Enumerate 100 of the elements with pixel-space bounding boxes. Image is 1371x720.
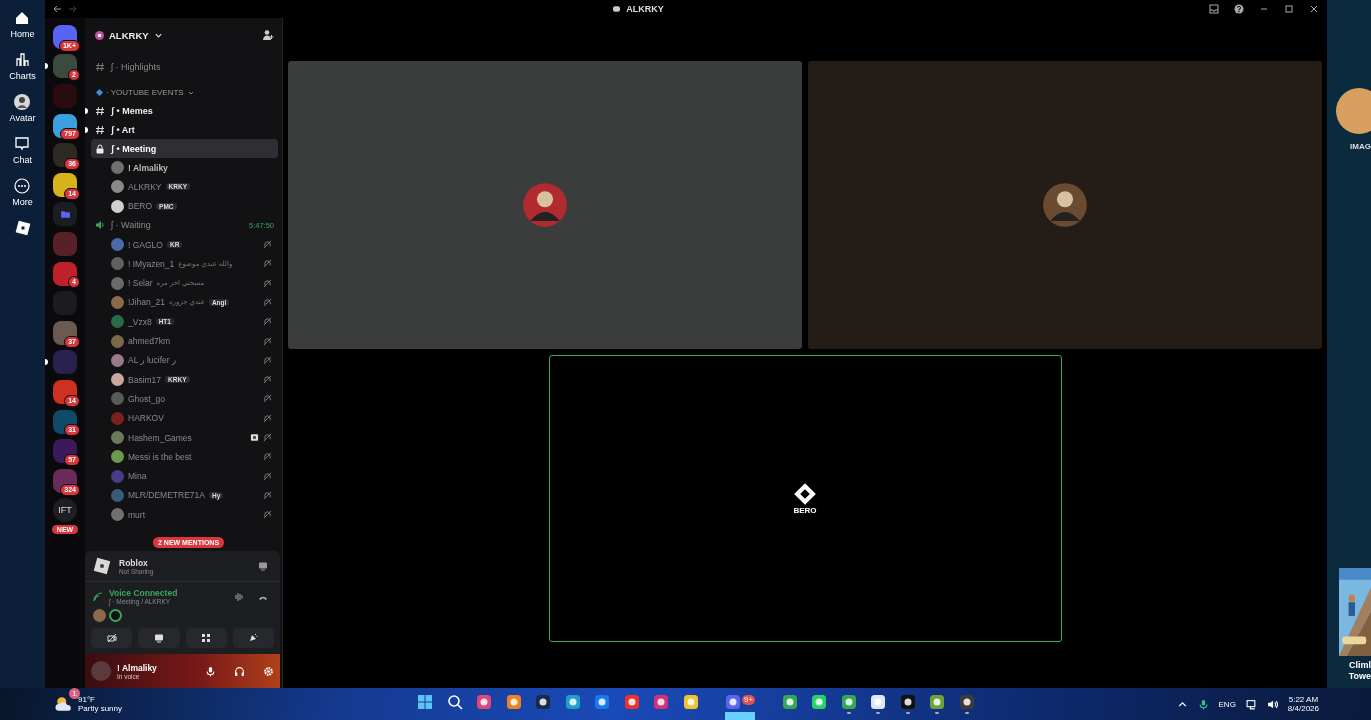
user-avatar — [111, 180, 124, 194]
nav-item[interactable]: Avatar — [9, 94, 36, 123]
channel-item[interactable]: ʃ · Highlights — [91, 57, 278, 76]
soundboard-icon[interactable] — [234, 591, 244, 602]
screen-share-icon — [153, 633, 164, 643]
channel-item[interactable]: ʃ • Art — [91, 120, 278, 139]
server-icon[interactable] — [53, 261, 77, 286]
nav-item[interactable]: More — [12, 178, 33, 207]
category-name[interactable]: · YOUTUBE EVENTS — [106, 88, 184, 97]
server-icon[interactable] — [53, 113, 77, 138]
app-icon[interactable] — [476, 694, 492, 710]
instagram-icon[interactable] — [653, 694, 669, 710]
chrome-icon[interactable] — [840, 694, 857, 710]
folder-icon[interactable] — [682, 694, 699, 710]
member-name[interactable]: !Jihan_21 — [128, 297, 165, 308]
roblox-icon[interactable] — [870, 694, 887, 710]
whatsapp-icon[interactable] — [811, 694, 828, 710]
hashtag-icon — [95, 124, 105, 135]
people-icon[interactable] — [535, 694, 551, 710]
username[interactable]: ! Almaliky — [117, 662, 157, 673]
sun-cloud-icon[interactable] — [55, 695, 73, 713]
edge-icon[interactable] — [564, 694, 581, 710]
camera-off-button[interactable] — [91, 628, 133, 648]
cloud-icon[interactable] — [505, 694, 522, 710]
server-icon[interactable] — [53, 54, 77, 79]
member-name[interactable]: Basim17 — [128, 374, 162, 385]
app-icon[interactable] — [623, 694, 640, 710]
nav-item[interactable]: Home — [10, 10, 35, 39]
unread-indicator — [85, 126, 88, 133]
nav-item[interactable]: Charts — [9, 52, 36, 81]
obs-icon[interactable] — [958, 694, 975, 710]
windows-start-icon[interactable] — [417, 694, 433, 710]
running-indicator — [876, 712, 881, 714]
chrome-icon[interactable] — [781, 694, 798, 710]
close-icon[interactable] — [1309, 4, 1319, 14]
video-tile[interactable] — [808, 61, 1322, 349]
member-name[interactable]: HARKOV — [128, 413, 164, 424]
screen-share-icon[interactable] — [258, 561, 268, 571]
headphones-icon[interactable] — [234, 665, 245, 677]
search-icon[interactable] — [446, 694, 463, 710]
member-name[interactable]: MLR/DEMETRE71A — [128, 490, 205, 501]
user-avatar — [111, 450, 124, 464]
member-name[interactable]: AL ر lucifer ر — [128, 355, 177, 366]
back-forward-icon[interactable] — [53, 4, 77, 14]
maximize-icon[interactable] — [1284, 4, 1294, 14]
server-icon[interactable] — [53, 320, 77, 345]
soundboard-button[interactable] — [232, 628, 274, 648]
facebook-icon[interactable] — [594, 694, 610, 710]
unread-indicator — [45, 63, 48, 70]
member-name[interactable]: ! Selar — [128, 278, 153, 289]
clock-date[interactable]: 8/4/2026 — [1287, 704, 1319, 713]
running-indicator — [846, 712, 851, 714]
server-icon[interactable] — [53, 143, 77, 168]
help-icon[interactable] — [1234, 4, 1244, 14]
language-indicator[interactable]: ENG — [1218, 699, 1236, 709]
member-name[interactable]: Ghost_go — [128, 393, 165, 404]
server-folder[interactable] — [53, 202, 77, 227]
nav-item[interactable]: Chat — [13, 136, 32, 165]
microphone-icon[interactable] — [1197, 698, 1209, 710]
member-name[interactable]: Hashem_Games — [128, 432, 192, 443]
member-name[interactable]: murt — [128, 509, 145, 520]
member-name[interactable]: ALKRKY — [128, 181, 162, 192]
clock-time[interactable]: 5:22 AM — [1288, 695, 1319, 704]
activities-button[interactable] — [185, 628, 227, 648]
member-name[interactable]: ahmed7km — [128, 336, 171, 346]
member-name[interactable]: Mina — [128, 471, 147, 482]
add-member-icon[interactable] — [262, 29, 274, 41]
voice-status: Voice Connected — [109, 588, 178, 598]
roblox-logo-icon[interactable] — [14, 220, 31, 236]
home-icon — [14, 10, 31, 26]
avatar-icon[interactable] — [1336, 88, 1371, 134]
grass-block-icon[interactable] — [929, 694, 946, 710]
server-icon[interactable] — [53, 172, 77, 197]
server-icon[interactable] — [53, 379, 77, 404]
server-name[interactable]: ALKRKY — [109, 29, 149, 41]
member-name[interactable]: _Vzx8 — [128, 316, 152, 327]
signal-icon — [93, 591, 103, 602]
server-icon[interactable] — [53, 409, 77, 434]
capcut-icon[interactable] — [899, 694, 916, 710]
member-name[interactable]: ! Almaliky — [128, 162, 168, 173]
running-indicator — [935, 712, 940, 714]
member-name[interactable]: BERO — [128, 201, 153, 212]
settings-icon[interactable] — [263, 665, 274, 677]
screen-share-button[interactable] — [138, 628, 180, 648]
logo-text: BERO — [793, 506, 817, 515]
member-name[interactable]: ! IMyazen_1 — [128, 258, 175, 269]
inbox-icon[interactable] — [1209, 4, 1219, 14]
video-tile[interactable]: BERO — [548, 355, 1062, 642]
volume-icon[interactable] — [1266, 698, 1278, 710]
microphone-icon[interactable] — [205, 665, 216, 677]
discord-icon[interactable] — [725, 694, 741, 710]
server-icon[interactable] — [53, 439, 77, 464]
server-icon[interactable]: IFT — [53, 498, 77, 523]
video-tile[interactable] — [288, 61, 802, 349]
member-name[interactable]: Messi is the best — [128, 451, 192, 462]
channel-item[interactable]: ʃ • Memes — [91, 101, 278, 120]
channel-item[interactable]: ʃ • Meeting — [91, 139, 278, 158]
member-name[interactable]: ! GAGLO — [128, 239, 163, 250]
network-icon[interactable] — [1245, 698, 1257, 710]
user-avatar — [111, 508, 124, 522]
